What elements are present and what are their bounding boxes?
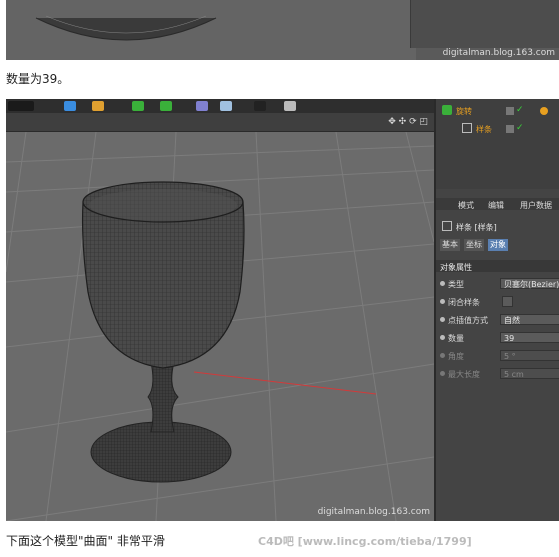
prop-dot-type [440, 281, 445, 286]
object-item-spline[interactable]: 样条 [476, 124, 492, 135]
menu-edit[interactable]: 编辑 [488, 200, 504, 211]
check-icon[interactable]: ✓ [516, 105, 524, 115]
menu-user-data[interactable]: 用户数据 [520, 200, 552, 211]
spline-icon [462, 123, 472, 133]
tab-coord[interactable]: 坐标 [464, 239, 484, 251]
section-title: 对象属性 [440, 263, 472, 272]
lathe-icon [442, 105, 452, 115]
camera-icon[interactable] [254, 101, 266, 111]
bottom-caption: 下面这个模型"曲面" 非常平滑 [6, 534, 165, 548]
goblet-cup [81, 201, 245, 369]
prop-label-type: 类型 [448, 280, 464, 289]
right-panel: 旋转 样条 ✓ ✓ 模式 编辑 用户数据 样条 [样条] 基本 坐标 对象 对象… [434, 99, 559, 521]
object-manager: 旋转 样条 ✓ ✓ [436, 99, 559, 189]
top-caption: 数量为39。 [6, 72, 70, 86]
prop-maxlen-input[interactable]: 5 cm [500, 368, 559, 379]
prop-label-maxlen: 最大长度 [448, 370, 480, 379]
attribute-title: 样条 [样条] [456, 223, 497, 232]
viewport-nav-icons[interactable]: ✥ ✣ ⟳ ◰ [388, 117, 428, 127]
layer-toggle-icon-2[interactable] [506, 125, 514, 133]
attribute-menu: 模式 编辑 用户数据 [436, 198, 559, 210]
top-watermark: digitalman.blog.163.com [442, 48, 555, 58]
prop-label-count: 数量 [448, 334, 464, 343]
menu-mode[interactable]: 模式 [458, 200, 474, 211]
c4d-screenshot: ✥ ✣ ⟳ ◰ digitalman.blog.163.com 旋转 样条 ✓ … [6, 99, 559, 521]
prop-type-select[interactable]: 贝塞尔(Bezier) [500, 278, 559, 289]
layer-toggle-icon[interactable] [506, 107, 514, 115]
main-toolbar [6, 99, 434, 113]
prop-dot-maxlen [440, 371, 445, 376]
viewport-watermark: digitalman.blog.163.com [317, 507, 430, 517]
x-axis [193, 371, 377, 395]
nurbs-icon[interactable] [132, 101, 144, 111]
attr-spline-icon [442, 221, 452, 231]
prop-dot-angle [440, 353, 445, 358]
prop-count-input[interactable]: 39 [500, 332, 559, 343]
prop-label-close: 闭合样条 [448, 298, 480, 307]
prop-dot-count [440, 335, 445, 340]
close-spline-checkbox[interactable] [502, 296, 513, 307]
pen-icon[interactable] [92, 101, 104, 111]
floor-icon[interactable] [220, 101, 232, 111]
viewport-header: ✥ ✣ ⟳ ◰ [6, 113, 434, 132]
cube-icon[interactable] [64, 101, 76, 111]
prop-label-interp: 点插值方式 [448, 316, 488, 325]
prop-interp-select[interactable]: 自然 [500, 314, 559, 325]
prop-label-angle: 角度 [448, 352, 464, 361]
goblet-stem [147, 361, 179, 433]
previous-viewport-fragment [6, 0, 416, 60]
tab-object[interactable]: 对象 [488, 239, 508, 251]
check-icon-2[interactable]: ✓ [516, 123, 524, 133]
tag-icon[interactable] [540, 107, 548, 115]
footer-watermark: C4D吧 [www.lincg.com/tieba/1799] [258, 535, 472, 548]
tab-basic[interactable]: 基本 [440, 239, 460, 251]
previous-panel-fragment [410, 0, 559, 48]
3d-viewport[interactable]: digitalman.blog.163.com [6, 132, 434, 521]
mograph-icon[interactable] [196, 101, 208, 111]
viewport-canvas [6, 132, 434, 521]
render-icon[interactable] [8, 101, 34, 111]
light-icon[interactable] [284, 101, 296, 111]
section-header: 对象属性 [436, 260, 559, 272]
prop-dot-interp [440, 317, 445, 322]
prop-angle-input[interactable]: 5 ° [500, 350, 559, 361]
deformer-icon[interactable] [160, 101, 172, 111]
prop-dot-close [440, 299, 445, 304]
object-item-lathe[interactable]: 旋转 [456, 106, 472, 117]
